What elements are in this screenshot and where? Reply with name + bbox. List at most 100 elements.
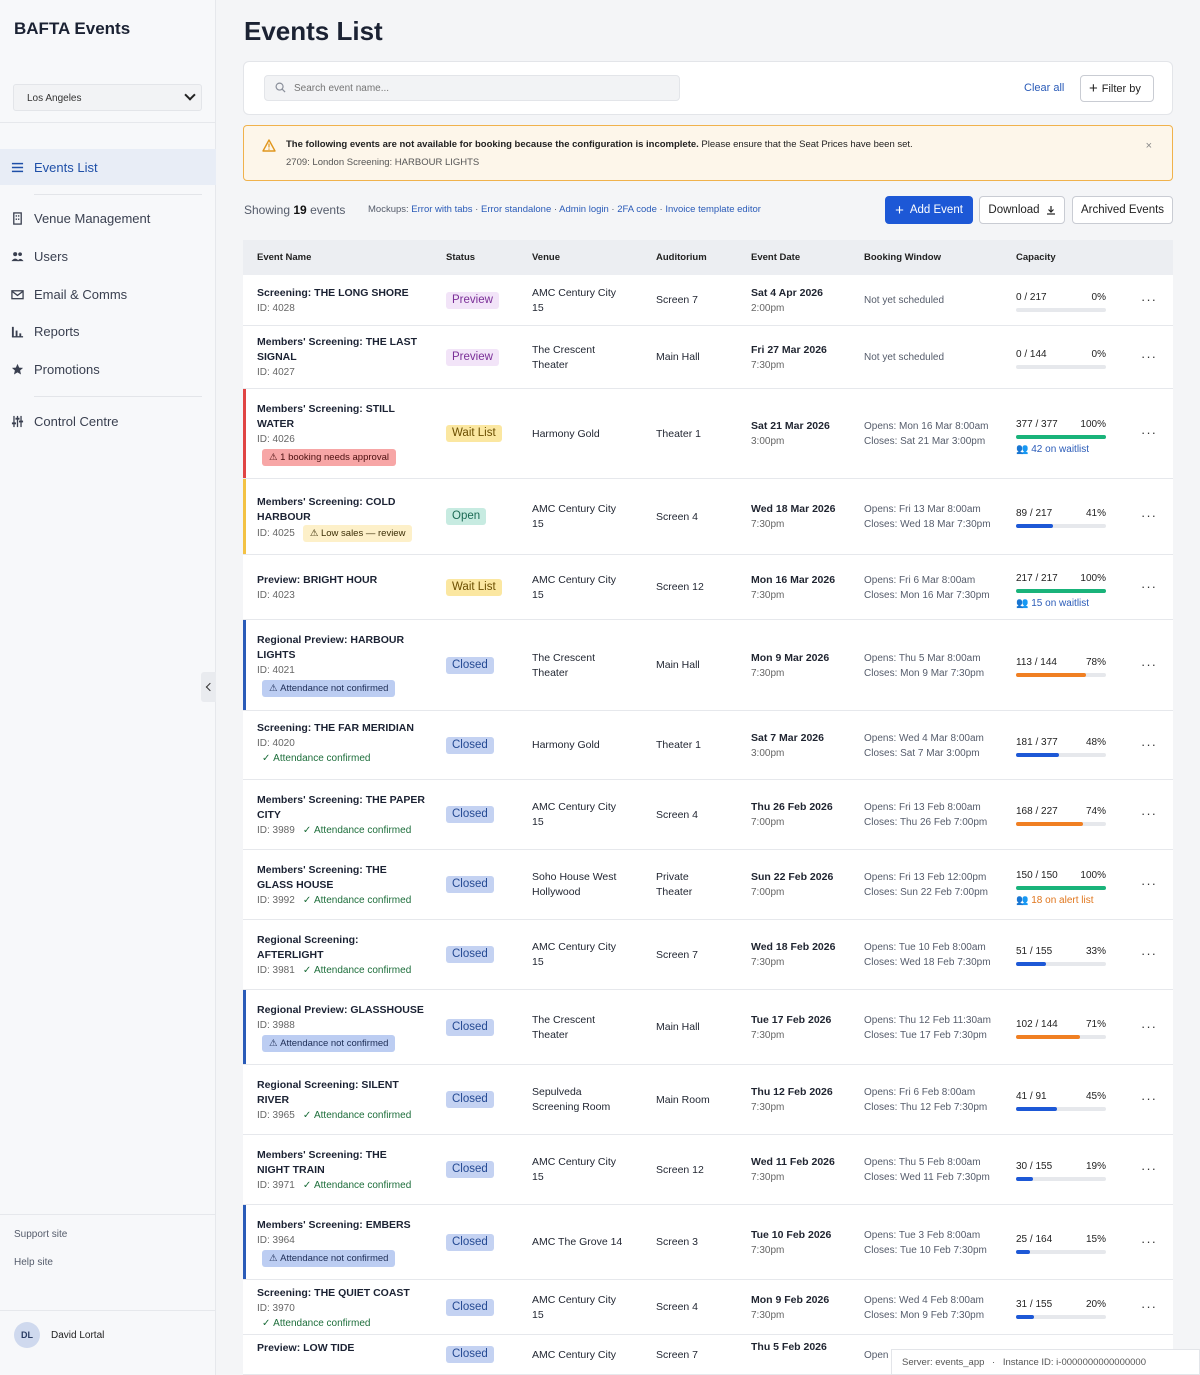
user-menu[interactable]: DL David Lortal <box>14 1322 104 1348</box>
row-actions-menu[interactable]: ··· <box>1141 1234 1157 1249</box>
row-actions-menu[interactable]: ··· <box>1141 292 1157 307</box>
column-header-event-name[interactable]: Event Name <box>257 252 311 263</box>
row-actions-menu[interactable]: ··· <box>1141 946 1157 961</box>
event-name-line[interactable]: Members' Screening: THE <box>257 1148 425 1163</box>
help-site-link[interactable]: Help site <box>14 1257 53 1268</box>
archived-events-button[interactable]: Archived Events <box>1072 196 1173 224</box>
event-name-line[interactable]: Regional Screening: <box>257 933 425 948</box>
event-name-line[interactable]: Screening: THE LONG SHORE <box>257 286 425 301</box>
mockup-link[interactable]: Invoice template editor <box>665 204 761 215</box>
event-name-line[interactable]: Members' Screening: THE <box>257 863 425 878</box>
add-event-button[interactable]: + Add Event <box>885 196 973 224</box>
sidebar-item-events-list[interactable]: Events List <box>0 149 216 185</box>
row-actions-menu[interactable]: ··· <box>1141 579 1157 594</box>
event-name-line[interactable]: CITY <box>257 808 425 823</box>
capacity-cell: 41 / 91 45% <box>1016 1089 1106 1111</box>
row-actions-menu[interactable]: ··· <box>1141 657 1157 672</box>
table-row[interactable]: Members' Screening: EMBERS ID: 3964 ⚠ Atte… <box>243 1205 1173 1280</box>
row-actions-menu[interactable]: ··· <box>1141 1091 1157 1106</box>
waitlist-link[interactable]: 👥 15 on waitlist <box>1016 596 1106 611</box>
table-row[interactable]: Screening: THE LONG SHORE ID: 4028 Preview… <box>243 275 1173 326</box>
event-name-line[interactable]: Screening: THE QUIET COAST <box>257 1286 425 1301</box>
mockup-link[interactable]: Error with tabs <box>411 204 472 215</box>
event-name-line[interactable]: NIGHT TRAIN <box>257 1163 425 1178</box>
table-row[interactable]: Members' Screening: STILL WATER ID: 4026 ⚠ … <box>243 389 1173 479</box>
column-header-venue[interactable]: Venue <box>532 252 560 263</box>
download-button[interactable]: Download <box>979 196 1065 224</box>
table-row[interactable]: Members' Screening: THE GLASS HOUSE ID: 39… <box>243 850 1173 920</box>
clear-all-link[interactable]: Clear all <box>1024 82 1064 94</box>
column-header-auditorium[interactable]: Auditorium <box>656 252 707 263</box>
row-actions-menu[interactable]: ··· <box>1141 1299 1157 1314</box>
row-actions-menu[interactable]: ··· <box>1141 806 1157 821</box>
approval-needed-badge[interactable]: ⚠ 1 booking needs approval <box>262 448 396 466</box>
column-header-booking-window[interactable]: Booking Window <box>864 252 941 263</box>
status-badge: Closed <box>446 1298 494 1316</box>
table-row[interactable]: Screening: THE FAR MERIDIAN ID: 4020 ✓ Att… <box>243 711 1173 780</box>
sidebar-item-users[interactable]: Users <box>0 238 216 274</box>
venue-line: Harmony Gold <box>532 739 600 751</box>
table-row[interactable]: Regional Preview: HARBOUR LIGHTS ID: 4021 ⚠… <box>243 620 1173 711</box>
search-input[interactable] <box>264 75 680 101</box>
sidebar-item-venue-management[interactable]: Venue Management <box>0 200 216 236</box>
auditorium-cell: Screen 7 <box>656 1348 736 1363</box>
event-name-line[interactable]: Members' Screening: THE PAPER <box>257 793 425 808</box>
sidebar-item-control-centre[interactable]: Control Centre <box>0 403 216 439</box>
showing-prefix: Showing <box>244 203 294 217</box>
attendance-not-confirmed-badge[interactable]: ⚠ Attendance not confirmed <box>262 1034 396 1052</box>
mockup-link[interactable]: 2FA code <box>617 204 657 215</box>
table-row[interactable]: Regional Screening: SILENT RIVER ID: 3965 ✓… <box>243 1065 1173 1135</box>
waitlist-link[interactable]: 👥 42 on waitlist <box>1016 442 1106 457</box>
table-row[interactable]: Screening: THE QUIET COAST ID: 3970 ✓ Atte… <box>243 1280 1173 1335</box>
attendance-not-confirmed-badge[interactable]: ⚠ Attendance not confirmed <box>262 1249 396 1267</box>
event-name-line[interactable]: GLASS HOUSE <box>257 878 425 893</box>
sidebar-item-promotions[interactable]: Promotions <box>0 351 216 387</box>
table-row[interactable]: Preview: BRIGHT HOUR ID: 4023 Wait List AMC… <box>243 555 1173 620</box>
column-header-status[interactable]: Status <box>446 252 475 263</box>
event-name-line[interactable]: HARBOUR <box>257 510 425 525</box>
event-name-cell: Regional Screening: SILENT RIVER ID: 3965 ✓… <box>257 1078 425 1123</box>
close-icon[interactable]: × <box>1146 140 1152 152</box>
event-name-line[interactable]: Members' Screening: STILL <box>257 402 425 417</box>
event-name-line[interactable]: Members' Screening: EMBERS <box>257 1218 425 1233</box>
mockup-link[interactable]: Error standalone <box>481 204 551 215</box>
column-header-event-date[interactable]: Event Date <box>751 252 800 263</box>
sidebar-collapse-button[interactable] <box>201 672 216 702</box>
row-actions-menu[interactable]: ··· <box>1141 349 1157 364</box>
row-actions-menu[interactable]: ··· <box>1141 876 1157 891</box>
attendance-not-confirmed-badge[interactable]: ⚠ Attendance not confirmed <box>262 680 396 698</box>
event-name-line[interactable]: Members' Screening: THE LAST <box>257 335 425 350</box>
event-name-line[interactable]: Members' Screening: COLD <box>257 495 425 510</box>
event-name-line[interactable]: SIGNAL <box>257 350 425 365</box>
sidebar-item-email-comms[interactable]: Email & Comms <box>0 276 216 312</box>
row-actions-menu[interactable]: ··· <box>1141 508 1157 523</box>
table-row[interactable]: Regional Preview: GLASSHOUSE ID: 3988 ⚠ At… <box>243 990 1173 1065</box>
filter-by-button[interactable]: + Filter by <box>1080 75 1154 102</box>
event-name-line[interactable]: WATER <box>257 417 425 432</box>
event-name-line[interactable]: Preview: BRIGHT HOUR <box>257 573 425 588</box>
event-name-line[interactable]: RIVER <box>257 1093 425 1108</box>
location-select[interactable]: Los Angeles <box>13 84 202 111</box>
waitlist-link[interactable]: 👥 18 on alert list <box>1016 893 1106 908</box>
row-actions-menu[interactable]: ··· <box>1141 1161 1157 1176</box>
support-site-link[interactable]: Support site <box>14 1229 67 1240</box>
table-row[interactable]: Members' Screening: THE PAPER CITY ID: 398… <box>243 780 1173 850</box>
table-row[interactable]: Members' Screening: COLD HARBOUR ID: 4025 ⚠… <box>243 479 1173 555</box>
table-row[interactable]: Members' Screening: THE LAST SIGNAL ID: 40… <box>243 326 1173 389</box>
row-actions-menu[interactable]: ··· <box>1141 425 1157 440</box>
event-name-line[interactable]: Regional Preview: HARBOUR <box>257 633 425 648</box>
event-name-line[interactable]: Regional Preview: GLASSHOUSE <box>257 1003 425 1018</box>
row-actions-menu[interactable]: ··· <box>1141 1019 1157 1034</box>
mockup-link[interactable]: Admin login <box>559 204 609 215</box>
attendance-confirmed-label: Attendance confirmed <box>313 824 412 836</box>
row-actions-menu[interactable]: ··· <box>1141 737 1157 752</box>
event-name-line[interactable]: Regional Screening: SILENT <box>257 1078 425 1093</box>
event-name-line[interactable]: Screening: THE FAR MERIDIAN <box>257 721 425 736</box>
event-name-line[interactable]: LIGHTS <box>257 648 425 663</box>
sidebar-item-reports[interactable]: Reports <box>0 313 216 349</box>
event-name-line[interactable]: Preview: LOW TIDE <box>257 1341 425 1356</box>
table-row[interactable]: Members' Screening: THE NIGHT TRAIN ID: 39… <box>243 1135 1173 1205</box>
event-name-line[interactable]: AFTERLIGHT <box>257 948 425 963</box>
column-header-capacity[interactable]: Capacity <box>1016 252 1056 263</box>
table-row[interactable]: Regional Screening: AFTERLIGHT ID: 3981 ✓ A… <box>243 920 1173 990</box>
